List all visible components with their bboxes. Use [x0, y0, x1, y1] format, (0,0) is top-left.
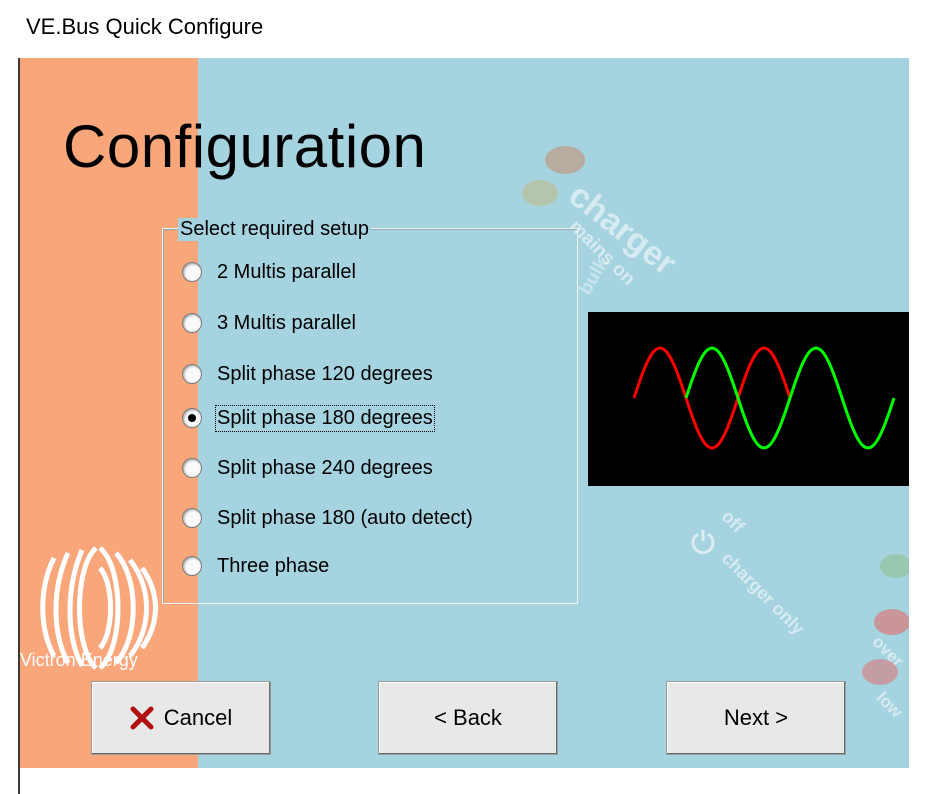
phase-1-wave — [632, 346, 792, 450]
setup-group-label: Select required setup — [178, 218, 372, 241]
page-title: Configuration — [63, 113, 427, 180]
radio-label: 3 Multis parallel — [217, 311, 356, 334]
radio-label: 2 Multis parallel — [217, 260, 356, 283]
deco-off: off — [717, 506, 749, 537]
radio-split-phase-180-auto[interactable]: Split phase 180 (auto detect) — [182, 503, 473, 533]
led-decoration-icon — [522, 146, 585, 206]
deco-low: low — [872, 688, 907, 722]
waveform-preview — [588, 312, 909, 486]
radio-3-multis-parallel[interactable]: 3 Multis parallel — [182, 308, 356, 338]
radio-three-phase[interactable]: Three phase — [182, 551, 329, 581]
radio-dot — [188, 414, 196, 422]
radio-label: Three phase — [217, 554, 330, 577]
radio-split-phase-120[interactable]: Split phase 120 degrees — [182, 359, 433, 389]
back-button-label: < Back — [434, 705, 502, 730]
power-icon — [691, 530, 715, 555]
radio-split-phase-240[interactable]: Split phase 240 degrees — [182, 453, 433, 483]
radio-button[interactable] — [182, 458, 202, 478]
cancel-button-label: Cancel — [163, 705, 233, 730]
radio-button-selected[interactable] — [182, 408, 202, 428]
radio-label: Split phase 240 degrees — [217, 456, 433, 479]
wizard-panel: charger mains on bulk off charger only o… — [20, 58, 909, 768]
phase-2-wave — [684, 346, 896, 450]
radio-button[interactable] — [182, 262, 202, 282]
back-button[interactable]: < Back — [378, 681, 558, 755]
next-button-label: Next > — [723, 705, 789, 730]
window-title: VE.Bus Quick Configure — [26, 14, 264, 39]
radio-button[interactable] — [182, 364, 202, 384]
next-button[interactable]: Next > — [666, 681, 846, 755]
radio-split-phase-180[interactable]: Split phase 180 degrees — [182, 403, 435, 433]
brand-name: Victron Energy — [20, 650, 138, 670]
radio-button[interactable] — [182, 508, 202, 528]
title-bar: VE.Bus Quick Configure — [0, 0, 928, 58]
radio-label: Split phase 180 degrees — [215, 404, 435, 432]
sine-waveform-icon — [632, 346, 896, 450]
deco-charger-only: charger only — [717, 548, 809, 639]
radio-2-multis-parallel[interactable]: 2 Multis parallel — [182, 257, 356, 287]
cancel-button[interactable]: Cancel — [91, 681, 271, 755]
deco-bulk: bulk — [575, 254, 613, 299]
led-decoration-icon — [862, 554, 909, 685]
radio-button[interactable] — [182, 313, 202, 333]
radio-label: Split phase 120 degrees — [217, 362, 433, 385]
radio-button[interactable] — [182, 556, 202, 576]
red-x-icon — [130, 706, 154, 730]
radio-label: Split phase 180 (auto detect) — [217, 506, 473, 529]
